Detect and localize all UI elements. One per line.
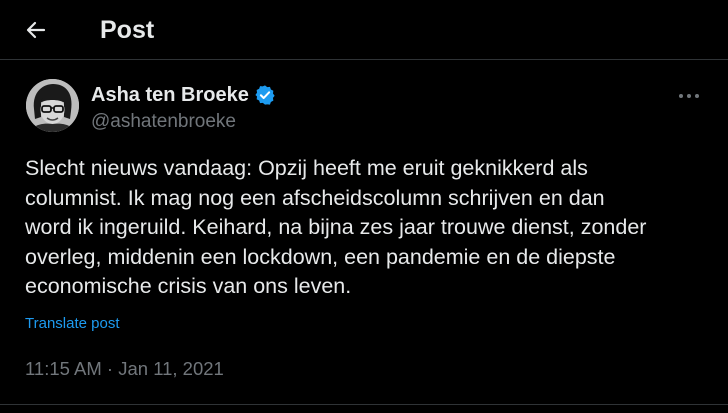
avatar[interactable] bbox=[26, 79, 79, 132]
post-text-line: economische crisis van ons leven. bbox=[25, 274, 352, 298]
author-name[interactable]: Asha ten Broeke bbox=[91, 82, 276, 108]
more-horizontal-icon bbox=[679, 94, 699, 98]
more-options-button[interactable] bbox=[672, 84, 706, 108]
post-text-line: Slecht nieuws vandaag: Opzij heeft me er… bbox=[25, 156, 588, 180]
author-handle[interactable]: @ashatenbroeke bbox=[91, 110, 236, 134]
verified-badge-icon bbox=[255, 85, 275, 105]
top-bar: Post bbox=[0, 0, 728, 60]
author-name-text: Asha ten Broeke bbox=[91, 84, 249, 106]
post-text-line: word ik ingeruild. Keihard, na bijna zes… bbox=[25, 215, 647, 239]
back-button[interactable] bbox=[16, 12, 56, 48]
page-title: Post bbox=[100, 16, 155, 44]
post-text-line: overleg, middenin een lockdown, een pand… bbox=[25, 244, 616, 269]
post-timestamp[interactable]: 11:15 AM · Jan 11, 2021 bbox=[25, 357, 224, 381]
post-text: Slecht nieuws vandaag: Opzij heeft me er… bbox=[25, 154, 715, 302]
divider bbox=[0, 404, 728, 405]
avatar-photo bbox=[26, 79, 79, 132]
translate-post-link[interactable]: Translate post bbox=[25, 314, 120, 334]
arrow-left-icon bbox=[26, 21, 46, 39]
post-text-line: columnist. Ik mag nog een afscheidscolum… bbox=[25, 185, 605, 210]
